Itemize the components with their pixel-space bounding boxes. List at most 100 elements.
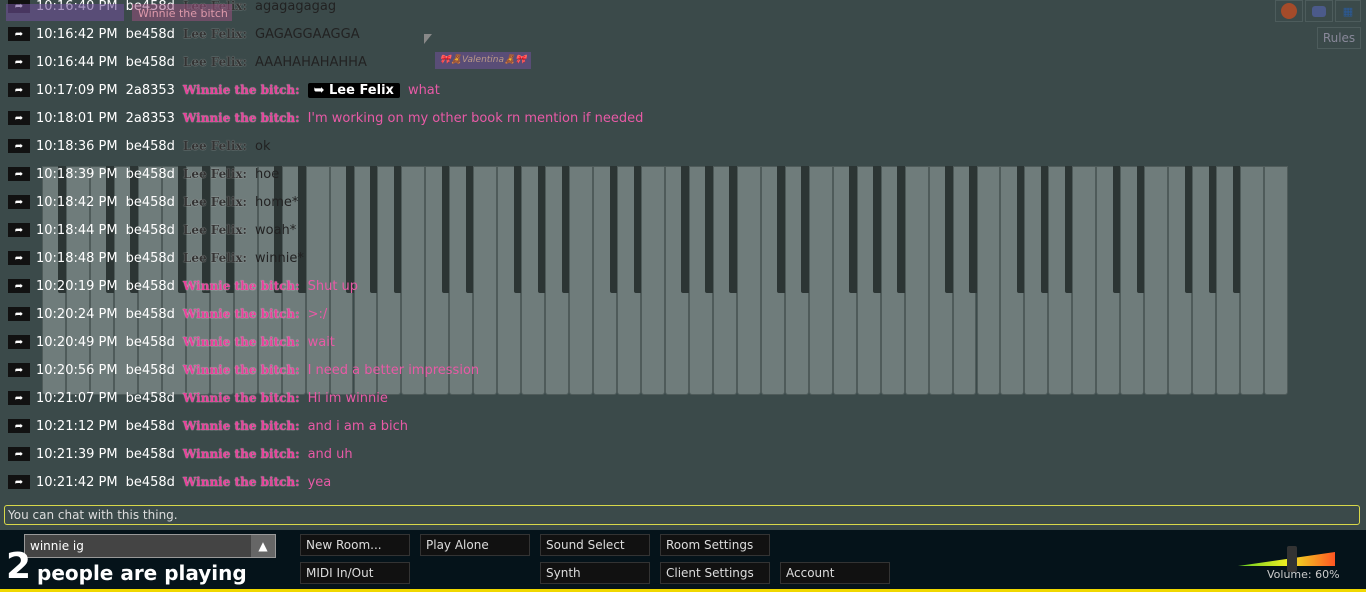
user-id: be458d — [125, 26, 175, 42]
chat-message: ➦ 10:20:19 PM be458d Winnie the bitch: Shut … — [8, 276, 358, 296]
cursor-tag: Winnie the bitch — [132, 4, 232, 21]
midi-button[interactable]: MIDI In/Out — [300, 562, 410, 584]
username[interactable]: Winnie the bitch: — [183, 391, 300, 405]
reply-icon[interactable]: ➦ — [8, 251, 30, 265]
username[interactable]: Lee Felix: — [183, 167, 247, 181]
reply-icon[interactable]: ➦ — [8, 139, 30, 153]
message-text: Shut up — [307, 278, 359, 294]
layout-icon[interactable]: ▦ — [1335, 0, 1361, 22]
message-text: AAAHAHAHAHHA — [255, 54, 367, 70]
player-count: 2 — [6, 546, 32, 587]
username[interactable]: Winnie the bitch: — [183, 419, 300, 433]
play-alone-button[interactable]: Play Alone — [420, 534, 530, 556]
timestamp: 10:18:36 PM — [36, 138, 118, 154]
user-id: be458d — [125, 194, 175, 210]
username[interactable]: Winnie the bitch: — [183, 447, 300, 461]
synth-button[interactable]: Synth — [540, 562, 650, 584]
reddit-icon[interactable] — [1275, 0, 1303, 22]
new-room-button[interactable]: New Room... — [300, 534, 410, 556]
reply-icon[interactable]: ➦ — [8, 111, 30, 125]
username[interactable]: Lee Felix: — [183, 55, 247, 69]
rules-button[interactable]: Rules — [1317, 27, 1361, 49]
chat-message: ➦ 10:20:56 PM be458d Winnie the bitch: I nee… — [8, 360, 479, 380]
user-id: be458d — [125, 166, 175, 182]
chat-message: ➦ 10:18:01 PM 2a8353 Winnie the bitch: I'm w… — [8, 108, 643, 128]
white-key[interactable] — [641, 166, 665, 395]
name-input[interactable]: winnie ig ▲ — [24, 534, 276, 558]
username[interactable]: Winnie the bitch: — [183, 475, 300, 489]
message-text: what — [407, 82, 440, 98]
chat-message: ➦ 10:17:09 PM 2a8353 Winnie the bitch: ➥ Lee… — [8, 80, 440, 100]
reply-icon[interactable]: ➦ — [8, 279, 30, 293]
reply-icon[interactable]: ➦ — [8, 363, 30, 377]
timestamp: 10:21:12 PM — [36, 418, 118, 434]
reply-icon[interactable]: ➦ — [8, 27, 30, 41]
chat-input[interactable]: You can chat with this thing. — [4, 505, 1360, 525]
chat-message: ➦ 10:16:42 PM be458d Lee Felix: GAGAGGAAGGA — [8, 24, 360, 44]
account-button[interactable]: Account — [780, 562, 890, 584]
cursor-tag — [6, 4, 124, 21]
white-key[interactable] — [569, 166, 594, 395]
reply-icon[interactable]: ➦ — [8, 195, 30, 209]
reply-icon[interactable]: ➦ — [8, 475, 30, 489]
username[interactable]: Lee Felix: — [183, 223, 247, 237]
chat-message: ➦ 10:18:39 PM be458d Lee Felix: hoe — [8, 164, 279, 184]
white-key[interactable] — [1264, 166, 1288, 395]
reply-icon[interactable]: ➦ — [8, 167, 30, 181]
expand-button[interactable]: ▲ — [251, 535, 275, 557]
username[interactable]: Lee Felix: — [183, 139, 247, 153]
white-key[interactable] — [1144, 166, 1169, 395]
username[interactable]: Lee Felix: — [183, 195, 247, 209]
white-key[interactable] — [808, 166, 833, 395]
client-settings-button[interactable]: Client Settings — [660, 562, 770, 584]
username[interactable]: Winnie the bitch: — [183, 363, 300, 377]
player-count-label: people are playing — [37, 561, 247, 585]
message-text: wait — [307, 334, 335, 350]
username[interactable]: Winnie the bitch: — [183, 279, 300, 293]
reply-icon[interactable]: ➦ — [8, 335, 30, 349]
user-id: 2a8353 — [125, 82, 175, 98]
white-key[interactable] — [904, 166, 929, 395]
timestamp: 10:18:01 PM — [36, 110, 118, 126]
username[interactable]: Lee Felix: — [183, 251, 247, 265]
reply-icon[interactable]: ➦ — [8, 447, 30, 461]
timestamp: 10:18:44 PM — [36, 222, 118, 238]
room-settings-button[interactable]: Room Settings — [660, 534, 770, 556]
reply-icon[interactable]: ➦ — [8, 391, 30, 405]
white-key[interactable] — [1240, 166, 1265, 395]
white-key[interactable] — [976, 166, 1001, 395]
username[interactable]: Winnie the bitch: — [183, 83, 300, 97]
chat-message: ➦ 10:21:07 PM be458d Winnie the bitch: Hi im… — [8, 388, 388, 408]
user-id: be458d — [125, 362, 175, 378]
user-id: be458d — [125, 250, 175, 266]
reply-icon[interactable]: ➦ — [8, 307, 30, 321]
user-id: be458d — [125, 138, 175, 154]
username[interactable]: Winnie the bitch: — [183, 111, 300, 125]
reply-icon[interactable]: ➦ — [8, 223, 30, 237]
chat-message: ➦ 10:21:39 PM be458d Winnie the bitch: and u… — [8, 444, 353, 464]
white-key[interactable] — [736, 166, 761, 395]
white-key[interactable] — [1072, 166, 1097, 395]
volume-label: Volume: 60% — [1267, 568, 1340, 581]
username[interactable]: Winnie the bitch: — [183, 335, 300, 349]
timestamp: 10:17:09 PM — [36, 82, 118, 98]
user-id: be458d — [125, 446, 175, 462]
reply-icon[interactable]: ➦ — [8, 55, 30, 69]
user-id: be458d — [125, 222, 175, 238]
timestamp: 10:20:24 PM — [36, 306, 118, 322]
timestamp: 10:20:56 PM — [36, 362, 118, 378]
username[interactable]: Lee Felix: — [183, 27, 247, 41]
discord-icon[interactable] — [1305, 0, 1333, 22]
message-text: woah* — [255, 222, 297, 238]
sound-select-button[interactable]: Sound Select — [540, 534, 650, 556]
timestamp: 10:20:49 PM — [36, 334, 118, 350]
user-id: be458d — [125, 278, 175, 294]
reply-tag[interactable]: ➥ Lee Felix — [307, 82, 400, 98]
username[interactable]: Winnie the bitch: — [183, 307, 300, 321]
message-text: I'm working on my other book rn mention … — [307, 110, 644, 126]
timestamp: 10:16:42 PM — [36, 26, 118, 42]
chat-message: ➦ 10:21:12 PM be458d Winnie the bitch: and i… — [8, 416, 408, 436]
reply-icon[interactable]: ➦ — [8, 419, 30, 433]
message-text: and uh — [307, 446, 353, 462]
reply-icon[interactable]: ➦ — [8, 83, 30, 97]
